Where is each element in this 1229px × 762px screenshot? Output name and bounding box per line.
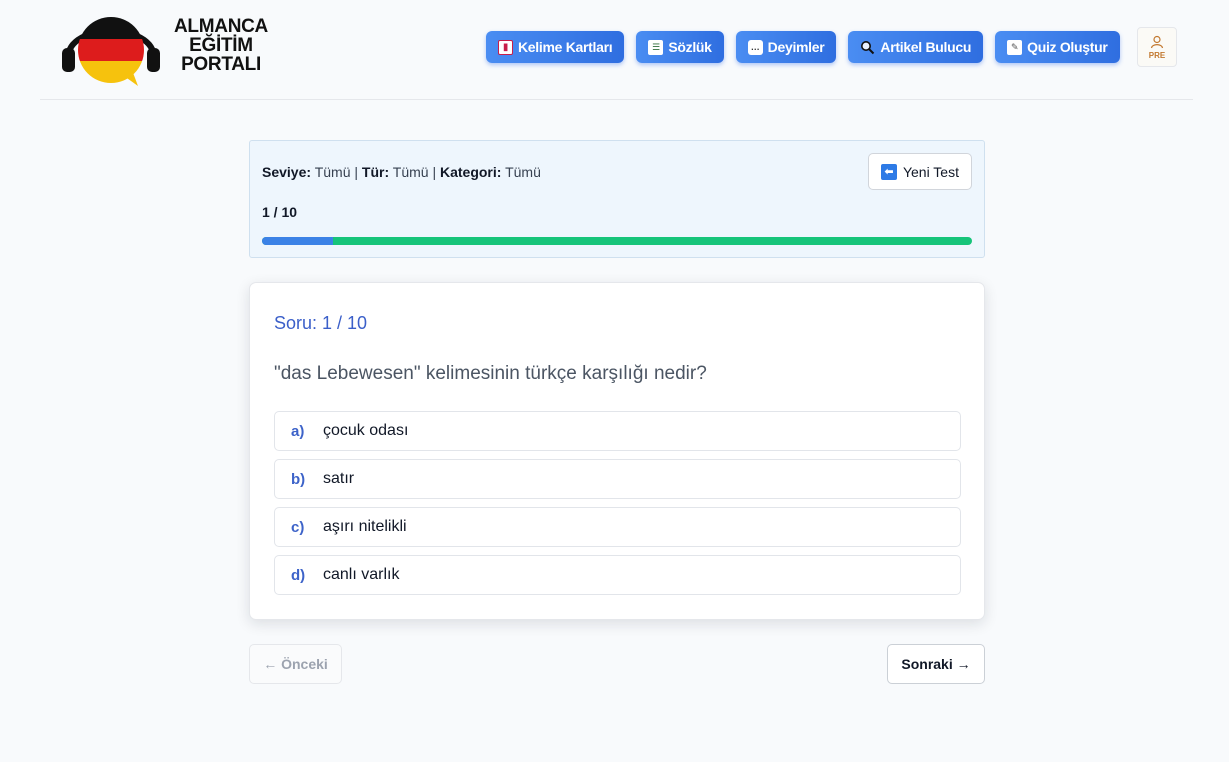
nav-kelime-kartlari-button[interactable]: ▮ Kelime Kartları	[486, 31, 625, 63]
card-icon: ▮	[498, 39, 513, 55]
option-letter: d)	[291, 566, 306, 584]
option-text: çocuk odası	[323, 422, 409, 439]
nav-artikel-bulucu-button[interactable]: Artikel Bulucu	[848, 31, 984, 63]
books-icon: ☰	[648, 39, 664, 55]
answer-options: a) çocuk odası b) satır c) aşırı nitelik…	[274, 411, 961, 603]
magnifier-icon	[860, 40, 875, 55]
back-arrow-icon: ⬅	[880, 163, 897, 180]
option-letter: c)	[291, 518, 305, 536]
option-text: satır	[323, 470, 355, 487]
user-icon	[1150, 35, 1164, 48]
option-letter: b)	[291, 470, 306, 488]
option-letter: a)	[291, 422, 305, 440]
speech-bubble-icon: …	[747, 39, 763, 55]
logo-text: ALMANCA EĞİTİM PORTALI	[174, 16, 268, 75]
flag-headphones-icon	[62, 17, 160, 86]
header: ALMANCA EĞİTİM PORTALI ▮ Kelime Kartları…	[0, 0, 1229, 100]
question-number: Soru: 1 / 10	[274, 313, 368, 333]
question-text: "das Lebewesen" kelimesinin türkçe karşı…	[274, 363, 707, 384]
question-card: Soru: 1 / 10 "das Lebewesen" kelimesinin…	[249, 282, 985, 620]
next-button[interactable]: Sonraki →	[887, 644, 985, 684]
answer-option-b[interactable]: b) satır	[274, 459, 961, 499]
profile-button[interactable]: PRE	[1137, 27, 1177, 67]
answer-option-c[interactable]: c) aşırı nitelikli	[274, 507, 961, 547]
filter-summary: Seviye: Tümü | Tür: Tümü | Kategori: Tüm…	[262, 164, 541, 180]
nav-quiz-olustur-button[interactable]: ✎ Quiz Oluştur	[995, 31, 1120, 63]
option-text: canlı varlık	[323, 566, 400, 583]
header-divider	[40, 99, 1193, 100]
nav-sozluk-button[interactable]: ☰ Sözlük	[636, 31, 724, 63]
progress-fill	[262, 237, 333, 245]
option-text: aşırı nitelikli	[323, 518, 407, 535]
progress-bar	[262, 237, 972, 245]
memo-icon: ✎	[1007, 39, 1023, 55]
question-counter: 1 / 10	[262, 204, 298, 220]
profile-label: PRE	[1148, 50, 1166, 60]
answer-option-a[interactable]: a) çocuk odası	[274, 411, 961, 451]
answer-option-d[interactable]: d) canlı varlık	[274, 555, 961, 595]
site-logo[interactable]: ALMANCA EĞİTİM PORTALI	[62, 10, 272, 88]
quiz-status-panel: Seviye: Tümü | Tür: Tümü | Kategori: Tüm…	[249, 140, 985, 258]
nav-deyimler-button[interactable]: … Deyimler	[735, 31, 837, 63]
new-test-button[interactable]: ⬅ Yeni Test	[867, 153, 972, 190]
previous-button[interactable]: ← Önceki	[249, 644, 342, 684]
main-nav: ▮ Kelime Kartları ☰ Sözlük … Deyimler Ar…	[486, 31, 1120, 63]
